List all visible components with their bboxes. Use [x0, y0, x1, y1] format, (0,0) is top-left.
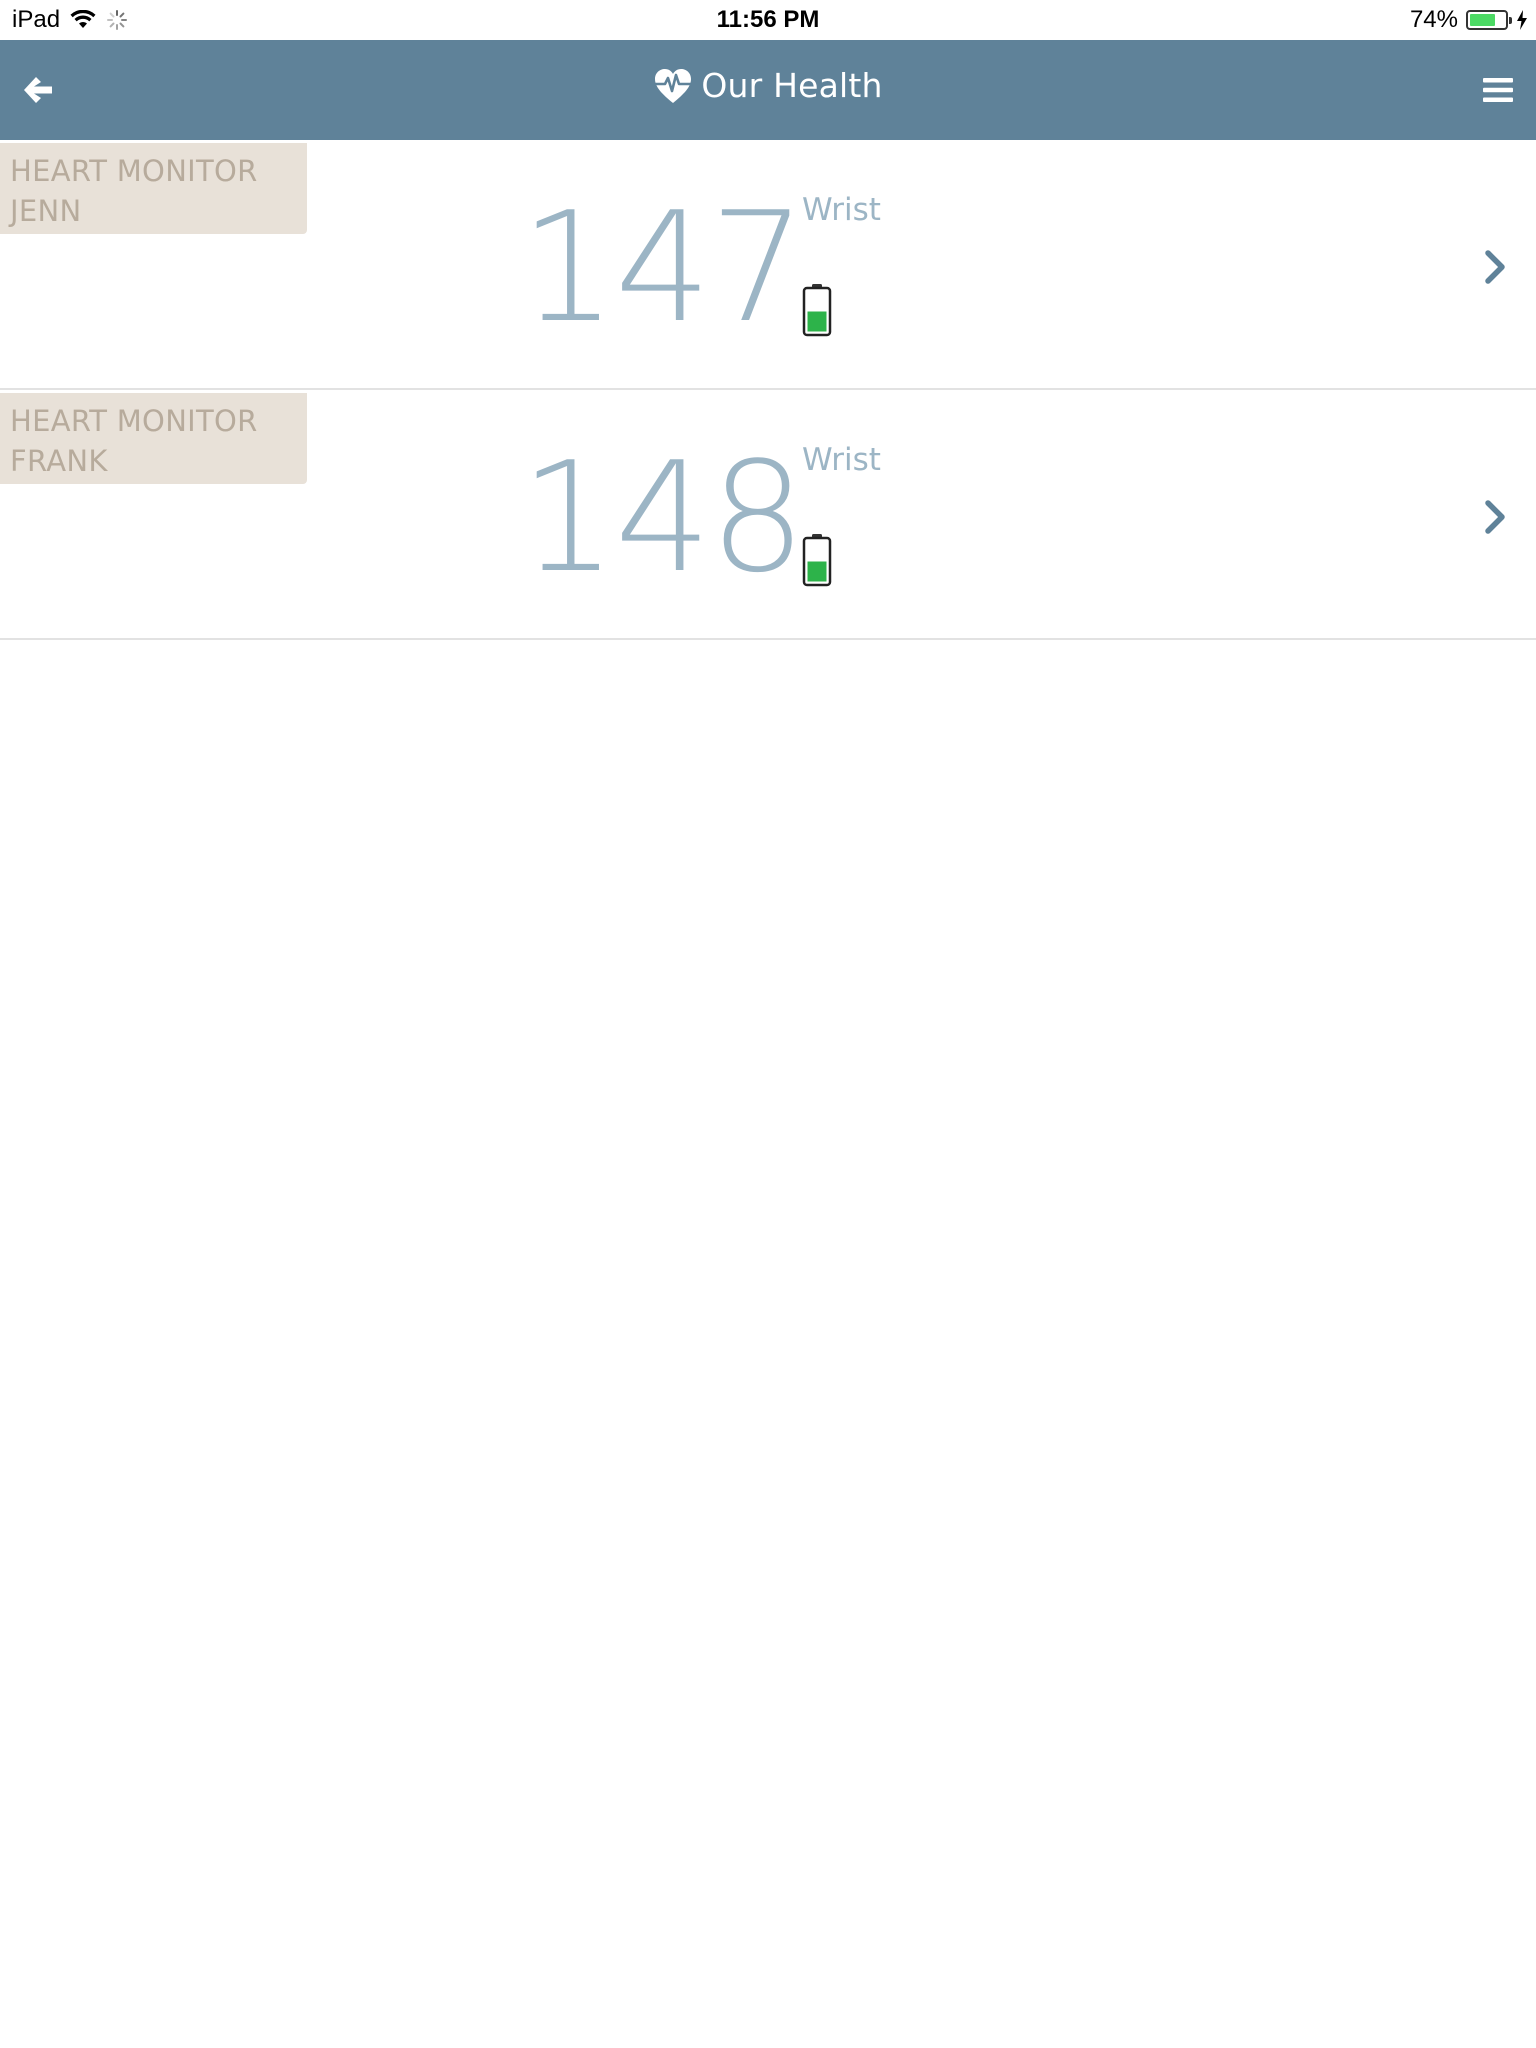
- sensor-location: Wrist: [802, 192, 881, 228]
- device-row-frank[interactable]: HEART MONITOR FRANK 148 Wrist: [0, 390, 1536, 640]
- chevron-right-icon[interactable]: [1482, 247, 1508, 287]
- battery-fill: [1470, 14, 1495, 26]
- device-name-line2: JENN: [10, 194, 82, 228]
- device-row-jenn[interactable]: HEART MONITOR JENN 147 Wrist: [0, 140, 1536, 390]
- menu-button[interactable]: [1478, 70, 1518, 110]
- device-battery-icon: [802, 534, 832, 587]
- hamburger-menu-icon: [1483, 78, 1513, 102]
- battery-level-fill: [807, 311, 827, 332]
- device-name-line1: HEART MONITOR: [10, 404, 258, 438]
- header-title-group: Our Health: [0, 66, 1536, 105]
- heart-rate-reading: 147: [520, 179, 806, 356]
- device-name-line2: FRANK: [10, 444, 108, 478]
- battery-icon: [1466, 10, 1512, 30]
- battery-level-fill: [807, 561, 827, 582]
- device-name-tag: HEART MONITOR FRANK: [0, 393, 307, 484]
- status-bar-right: 74%: [1410, 6, 1528, 34]
- device-battery-icon: [802, 284, 832, 337]
- device-name-line1: HEART MONITOR: [10, 154, 258, 188]
- page-title: Our Health: [701, 66, 883, 105]
- status-bar: iPad 11:56 PM 74%: [0, 0, 1536, 40]
- sensor-location: Wrist: [802, 442, 881, 478]
- heart-rate-reading: 148: [520, 429, 806, 606]
- chevron-right-icon[interactable]: [1482, 497, 1508, 537]
- charging-bolt-icon: [1517, 10, 1527, 30]
- device-name-tag: HEART MONITOR JENN: [0, 143, 307, 234]
- battery-percent: 74%: [1409, 6, 1458, 33]
- heart-pulse-icon: [655, 68, 692, 103]
- status-time: 11:56 PM: [716, 6, 820, 33]
- app-header: Our Health: [0, 40, 1536, 140]
